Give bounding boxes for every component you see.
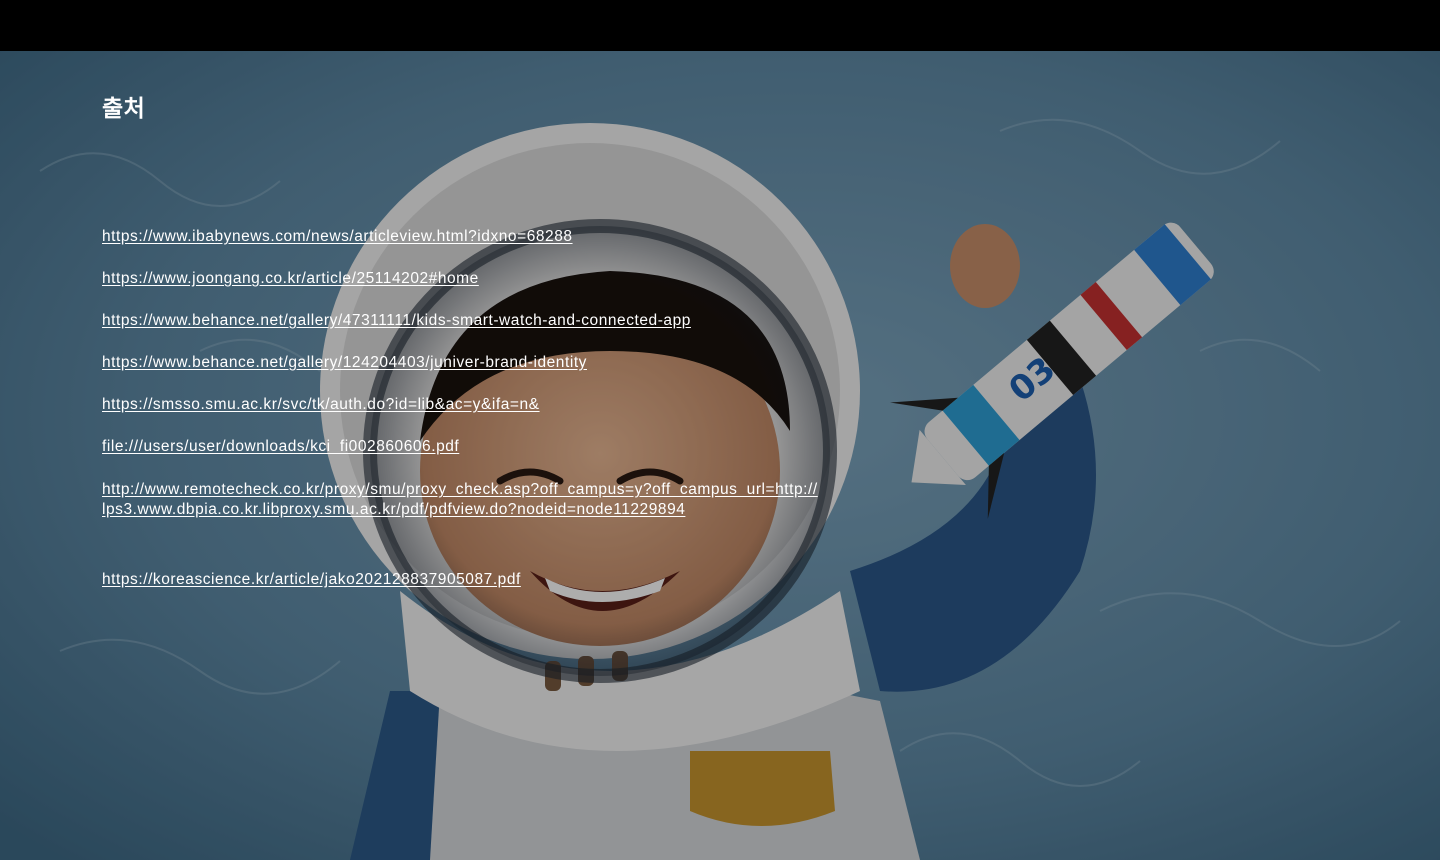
- source-link-koreascience[interactable]: https://koreascience.kr/article/jako2021…: [102, 570, 521, 590]
- source-link-smsso[interactable]: https://smsso.smu.ac.kr/svc/tk/auth.do?i…: [102, 395, 540, 415]
- source-link-ibabynews[interactable]: https://www.ibabynews.com/news/articlevi…: [102, 227, 573, 247]
- source-link-joongang[interactable]: https://www.joongang.co.kr/article/25114…: [102, 269, 479, 289]
- top-black-bar: [0, 0, 1440, 51]
- slide-title: 출처: [102, 96, 146, 122]
- slide: 03 출처 https://www.ibabynews.com/news/art…: [0, 51, 1440, 860]
- source-link-behance-juniver[interactable]: https://www.behance.net/gallery/12420440…: [102, 353, 587, 373]
- source-link-remotecheck-dbpia[interactable]: http://www.remotecheck.co.kr/proxy/smu/p…: [102, 480, 818, 520]
- source-link-kci-file[interactable]: file:///users/user/downloads/kci_fi00286…: [102, 437, 459, 457]
- source-link-behance-kids-smart-watch[interactable]: https://www.behance.net/gallery/47311111…: [102, 311, 691, 331]
